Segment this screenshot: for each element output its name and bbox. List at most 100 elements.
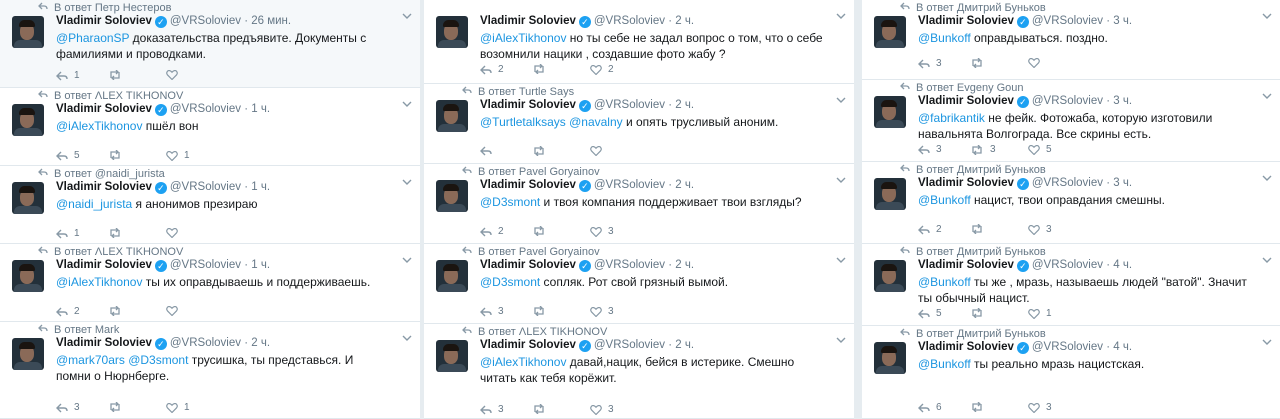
author-name[interactable]: Vladimir Soloviev	[56, 15, 152, 27]
tweet-timestamp[interactable]: 2 ч.	[675, 15, 694, 27]
avatar[interactable]	[12, 182, 44, 214]
reply-button[interactable]: 3	[56, 402, 80, 413]
author-name[interactable]: Vladimir Soloviev	[480, 99, 576, 111]
retweet-button[interactable]: 3	[970, 144, 996, 155]
reply-context[interactable]: В ответ ΛLEX TIKHONOV	[462, 326, 607, 338]
author-handle[interactable]: @VRSoloviev	[1032, 341, 1103, 353]
reply-button[interactable]: 2	[918, 224, 942, 235]
like-button[interactable]	[1028, 58, 1046, 69]
avatar[interactable]	[12, 104, 44, 136]
reply-button[interactable]: 2	[480, 226, 504, 237]
mention-link[interactable]: @D3smont	[480, 195, 540, 209]
retweet-button[interactable]	[108, 305, 128, 317]
retweet-button[interactable]	[970, 307, 990, 319]
tweet[interactable]: В ответ Turtle Says Vladimir Soloviev ✓ @VR…	[424, 84, 854, 164]
mention-link[interactable]: @iAlexTikhonov	[480, 31, 566, 45]
avatar[interactable]	[874, 260, 906, 292]
tweet[interactable]: В ответ Дмитрий Буньков Vladimir Soloviev…	[862, 0, 1280, 80]
tweet[interactable]: В ответ Дмитрий Буньков Vladimir Soloviev…	[862, 326, 1280, 419]
tweet-timestamp[interactable]: 1 ч.	[251, 259, 270, 271]
avatar[interactable]	[436, 260, 468, 292]
author-name[interactable]: Vladimir Soloviev	[918, 15, 1014, 27]
mention-link[interactable]: @Bunkoff	[918, 357, 971, 371]
avatar[interactable]	[12, 16, 44, 48]
like-button[interactable]: 2	[590, 64, 614, 75]
reply-context[interactable]: В ответ Turtle Says	[462, 86, 574, 98]
tweet-timestamp[interactable]: 3 ч.	[1113, 95, 1132, 107]
retweet-button[interactable]	[108, 149, 128, 161]
reply-context[interactable]: В ответ Mark	[38, 324, 119, 336]
like-button[interactable]: 3	[590, 226, 614, 237]
author-name[interactable]: Vladimir Soloviev	[480, 15, 576, 27]
avatar[interactable]	[436, 100, 468, 132]
avatar[interactable]	[436, 16, 468, 48]
author-handle[interactable]: @VRSoloviev	[594, 259, 665, 271]
avatar[interactable]	[874, 96, 906, 128]
tweet-timestamp[interactable]: 3 ч.	[1113, 177, 1132, 189]
reply-button[interactable]: 3	[480, 404, 504, 415]
chevron-down-icon[interactable]	[1262, 256, 1272, 266]
author-handle[interactable]: @VRSoloviev	[594, 179, 665, 191]
author-name[interactable]: Vladimir Soloviev	[918, 259, 1014, 271]
like-button[interactable]: 1	[166, 150, 190, 161]
retweet-button[interactable]	[970, 401, 990, 413]
tweet[interactable]: В ответ Дмитрий Буньков Vladimir Soloviev…	[862, 244, 1280, 326]
reply-button[interactable]: 1	[56, 70, 80, 81]
reply-context[interactable]: В ответ ΛLEX TIKHONOV	[38, 90, 183, 102]
reply-context[interactable]: В ответ Дмитрий Буньков	[900, 328, 1046, 340]
tweet[interactable]: Vladimir Soloviev ✓ @VRSoloviev · 2 ч. @iAl…	[424, 0, 854, 84]
tweet[interactable]: В ответ ΛLEX TIKHONOV Vladimir Soloviev ✓ @…	[0, 88, 420, 166]
author-name[interactable]: Vladimir Soloviev	[918, 95, 1014, 107]
reply-context[interactable]: В ответ Петр Нестеров	[38, 2, 171, 14]
author-name[interactable]: Vladimir Soloviev	[480, 339, 576, 351]
chevron-down-icon[interactable]	[402, 100, 412, 110]
tweet[interactable]: В ответ Петр Нестеров Vladimir Soloviev ✓ @…	[0, 0, 420, 88]
avatar[interactable]	[12, 338, 44, 370]
tweet-timestamp[interactable]: 2 ч.	[675, 99, 694, 111]
author-handle[interactable]: @VRSoloviev	[594, 339, 665, 351]
avatar[interactable]	[436, 180, 468, 212]
author-handle[interactable]: @VRSoloviev	[1032, 259, 1103, 271]
tweet-timestamp[interactable]: 3 ч.	[1113, 15, 1132, 27]
retweet-button[interactable]	[532, 63, 552, 75]
author-name[interactable]: Vladimir Soloviev	[56, 337, 152, 349]
retweet-button[interactable]	[108, 401, 128, 413]
author-handle[interactable]: @VRSoloviev	[170, 337, 241, 349]
retweet-button[interactable]	[532, 225, 552, 237]
author-name[interactable]: Vladimir Soloviev	[56, 181, 152, 193]
mention-link[interactable]: @Bunkoff	[918, 275, 971, 289]
like-button[interactable]: 3	[1028, 224, 1052, 235]
retweet-button[interactable]	[970, 57, 990, 69]
reply-context[interactable]: В ответ ΛLEX TIKHONOV	[38, 246, 183, 258]
chevron-down-icon[interactable]	[836, 256, 846, 266]
chevron-down-icon[interactable]	[402, 12, 412, 22]
author-name[interactable]: Vladimir Soloviev	[918, 341, 1014, 353]
tweet[interactable]: В ответ ΛLEX TIKHONOV Vladimir Soloviev ✓ @…	[424, 324, 854, 419]
chevron-down-icon[interactable]	[402, 256, 412, 266]
avatar[interactable]	[874, 16, 906, 48]
mention-link[interactable]: @Bunkoff	[918, 31, 971, 45]
reply-button[interactable]: 5	[918, 308, 942, 319]
chevron-down-icon[interactable]	[836, 96, 846, 106]
reply-button[interactable]: 6	[918, 402, 942, 413]
tweet-timestamp[interactable]: 1 ч.	[251, 181, 270, 193]
avatar[interactable]	[874, 178, 906, 210]
reply-button[interactable]: 3	[918, 144, 942, 155]
chevron-down-icon[interactable]	[1262, 92, 1272, 102]
reply-context[interactable]: В ответ Дмитрий Буньков	[900, 164, 1046, 176]
like-button[interactable]: 1	[1028, 308, 1052, 319]
like-button[interactable]	[166, 70, 184, 81]
like-button[interactable]	[166, 228, 184, 239]
retweet-button[interactable]	[970, 223, 990, 235]
mention-link[interactable]: @PharaonSP	[56, 31, 129, 45]
like-button[interactable]	[166, 306, 184, 317]
mention-link[interactable]: @fabrikantik	[918, 111, 985, 125]
mention-link[interactable]: @D3smont	[480, 275, 540, 289]
reply-button[interactable]: 3	[918, 58, 942, 69]
tweet-timestamp[interactable]: 4 ч.	[1113, 259, 1132, 271]
like-button[interactable]: 5	[1028, 144, 1052, 155]
author-handle[interactable]: @VRSoloviev	[170, 181, 241, 193]
chevron-down-icon[interactable]	[1262, 12, 1272, 22]
reply-button[interactable]: 2	[56, 306, 80, 317]
chevron-down-icon[interactable]	[1262, 174, 1272, 184]
